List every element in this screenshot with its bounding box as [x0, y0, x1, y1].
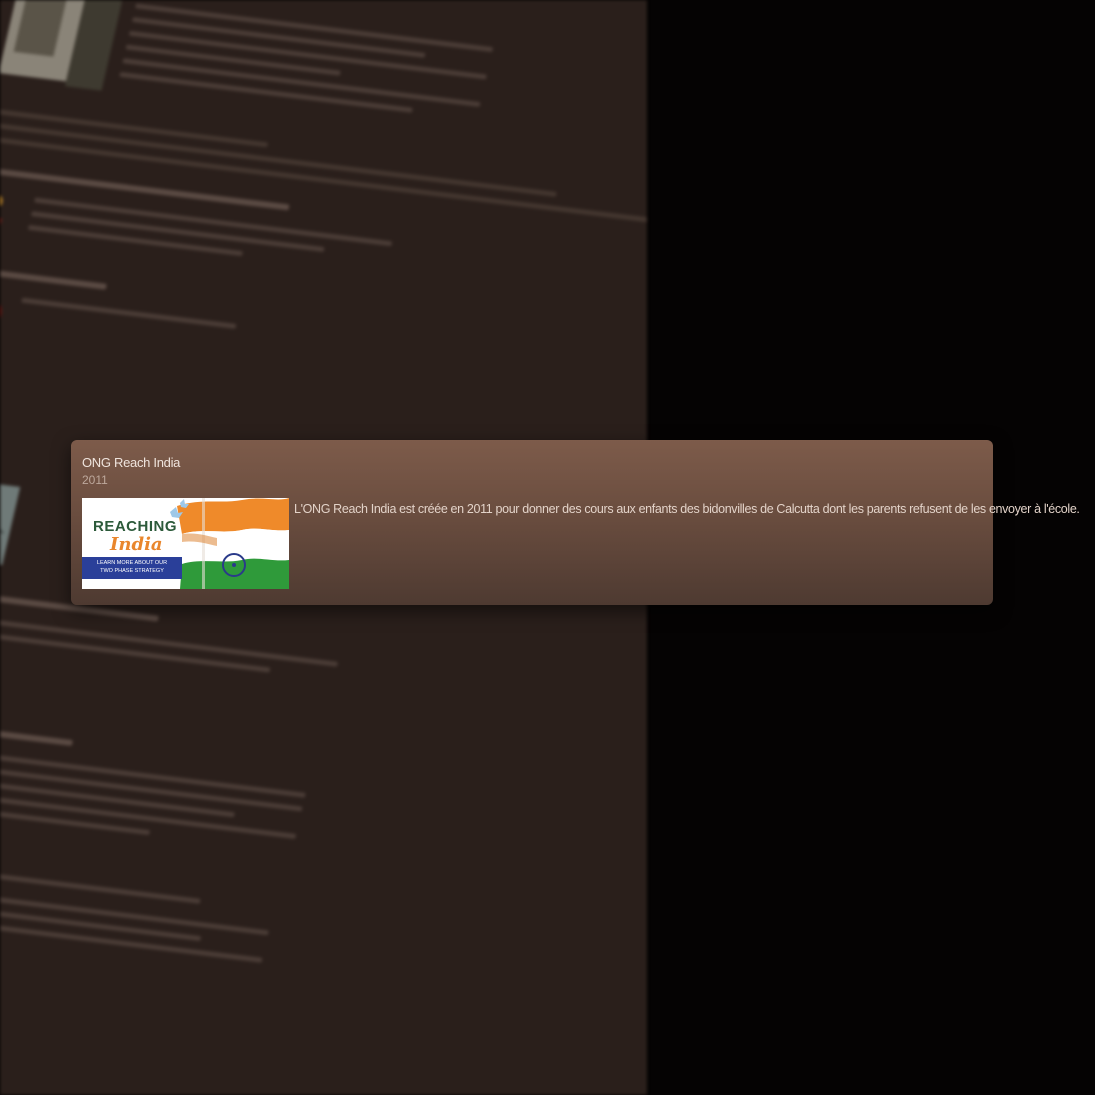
card-year: 2011	[82, 473, 108, 487]
entry-text	[26, 189, 395, 283]
timeline-card-highlighted[interactable]: ONG Reach India 2011 REACHING India LEAR…	[71, 440, 1080, 605]
entry-thumbnail	[0, 181, 23, 246]
banner-line-2: TWO PHASE STRATEGY	[100, 568, 164, 574]
reaching-india-image[interactable]: REACHING India LEARN MORE ABOUT OUR TWO …	[82, 498, 289, 589]
card-title: ONG Reach India	[82, 455, 181, 470]
banner-line-1: LEARN MORE ABOUT OUR	[96, 560, 168, 566]
entry-thumbnail	[0, 472, 21, 570]
entry-text	[19, 289, 382, 355]
card-description: L'ONG Reach India est créée en 2011 pour…	[294, 502, 1080, 516]
entry-thumbnail	[0, 0, 124, 96]
entry-text	[0, 740, 308, 861]
entry-text	[117, 0, 495, 129]
entry-text	[0, 609, 340, 689]
yin-yang-icon	[0, 280, 10, 353]
logo-text: REACHING	[93, 518, 178, 535]
logo-subtext: India	[110, 534, 163, 555]
strategy-banner: LEARN MORE ABOUT OUR TWO PHASE STRATEGY	[82, 557, 182, 579]
